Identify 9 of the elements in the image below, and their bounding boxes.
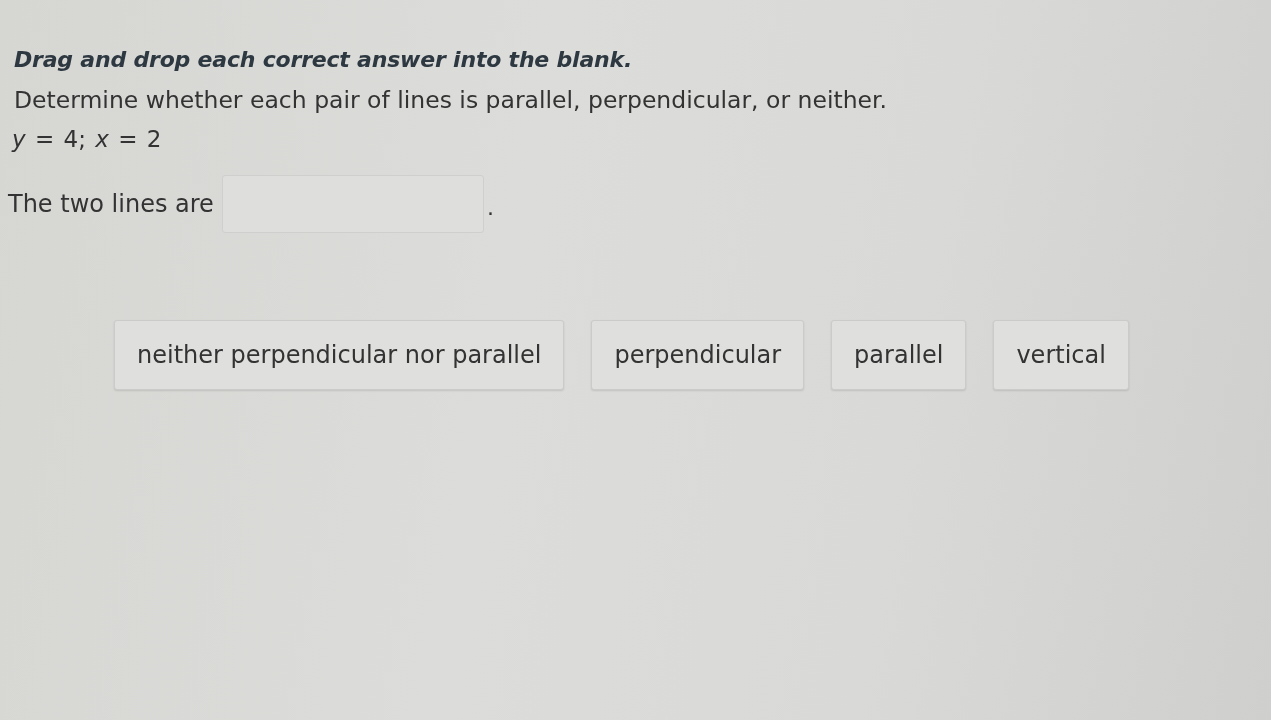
instruction-text: Drag and drop each correct answer into the blank. [14,47,633,73]
equation-text: y = 4; x = 2 [12,126,162,153]
answer-choice-tile[interactable]: vertical [993,320,1129,390]
answer-choice-tile[interactable]: perpendicular [591,320,805,390]
sentence-text: The two lines are [8,190,214,218]
answer-choice-tile[interactable]: parallel [831,320,967,390]
period-text: . [486,197,494,219]
answer-choice-tile[interactable]: neither perpendicular nor parallel [114,320,565,390]
question-text: Determine whether each pair of lines is parallel, perpendicular, or neither. [14,86,887,114]
